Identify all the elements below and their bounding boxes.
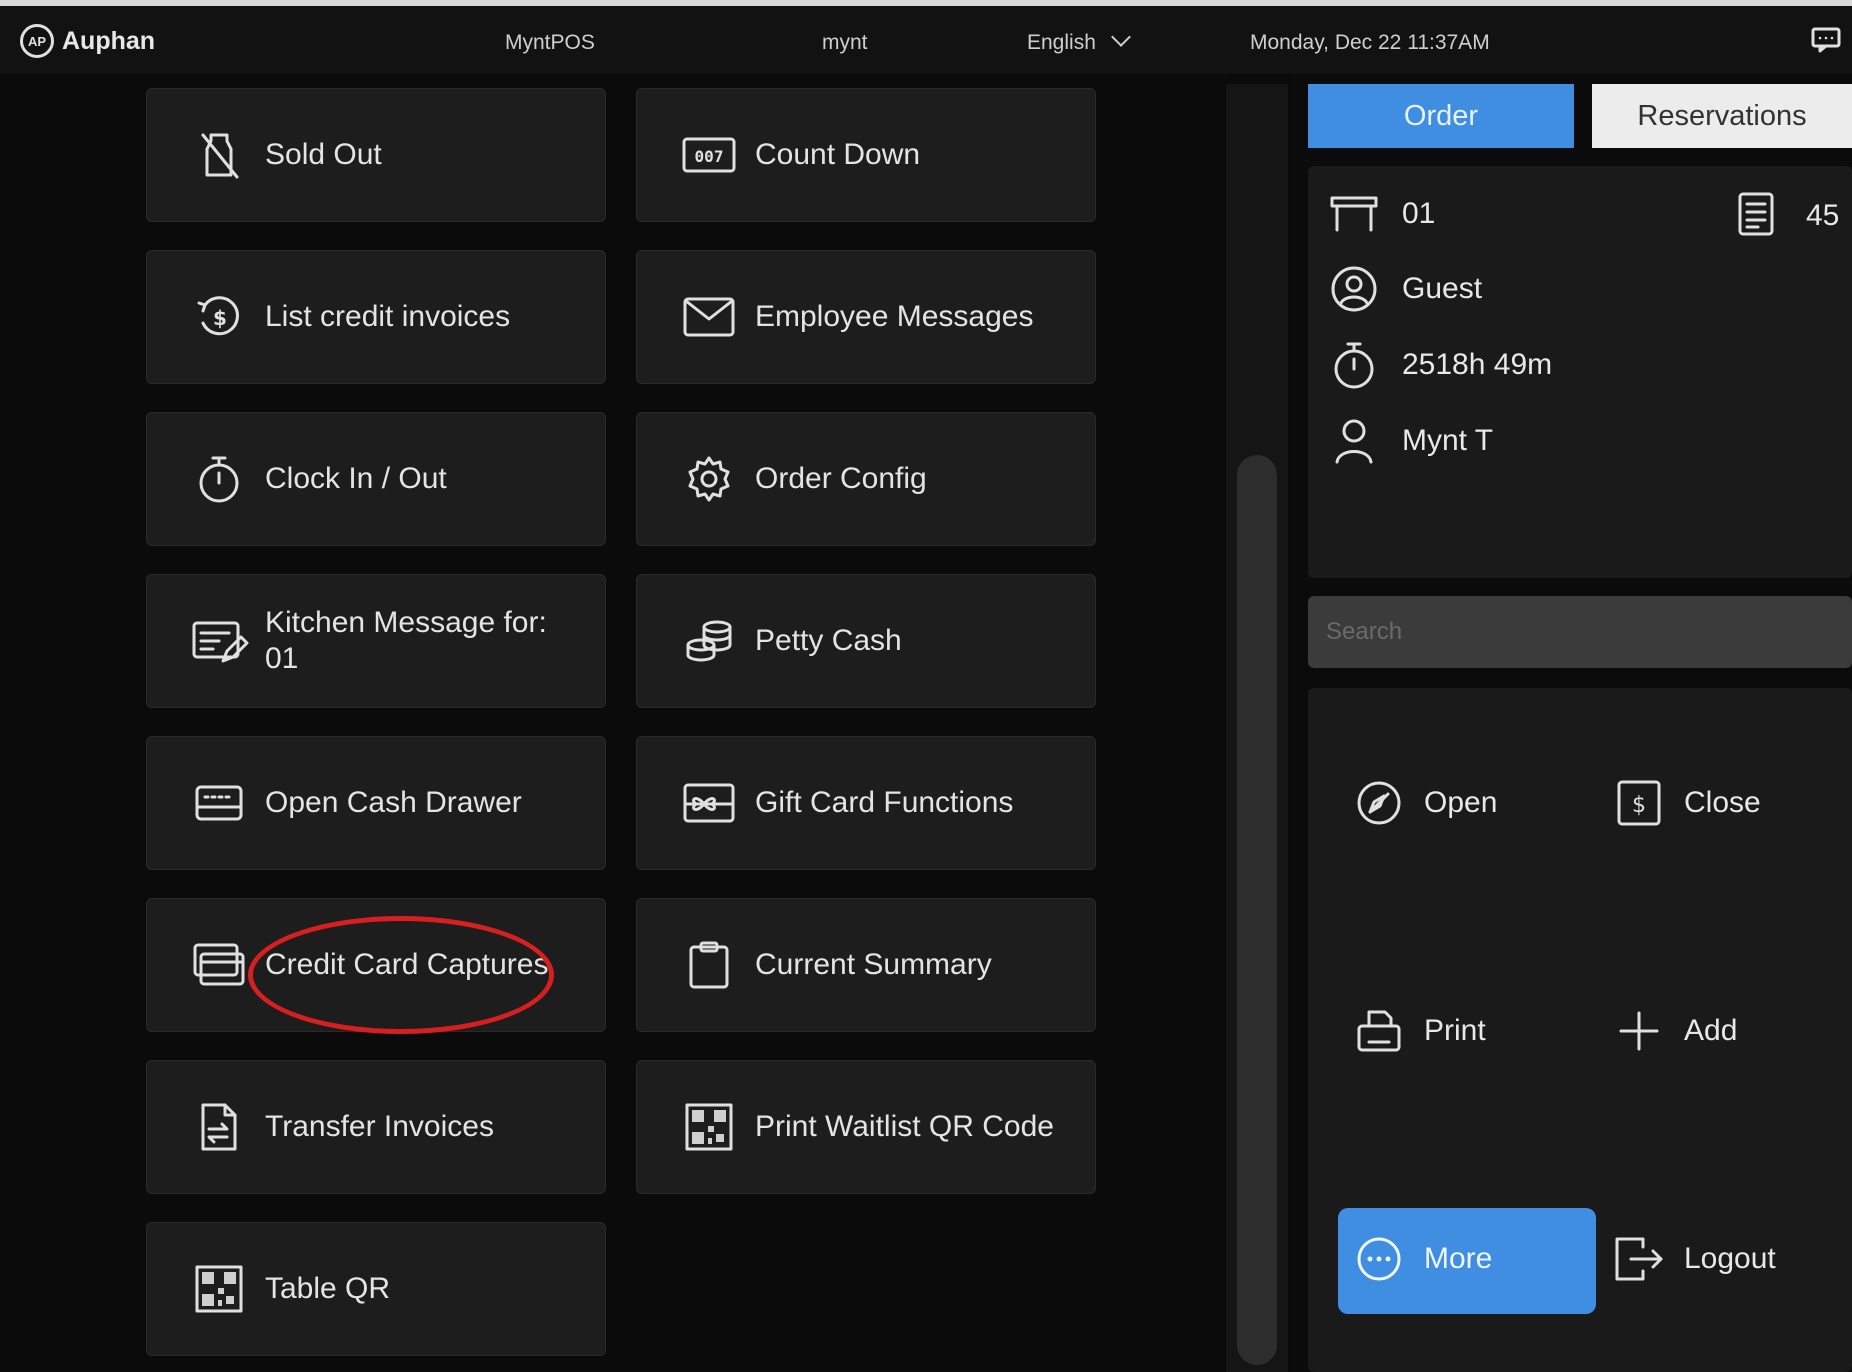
- open-label: Open: [1424, 786, 1498, 819]
- sold-out-button[interactable]: Sold Out: [146, 88, 606, 222]
- tab-reservations[interactable]: Reservations: [1592, 84, 1852, 148]
- tile-label: List credit invoices: [265, 300, 511, 333]
- mail-icon: [683, 291, 735, 343]
- svg-text:$: $: [1632, 793, 1646, 818]
- kitchen-message-button[interactable]: Kitchen Message for: 01: [146, 574, 606, 708]
- receipt-icon: [1738, 192, 1778, 240]
- server-name: Mynt T: [1402, 424, 1494, 457]
- tile-label: Credit Card Captures: [265, 948, 549, 981]
- search-input[interactable]: [1308, 596, 1852, 668]
- tile-label: Count Down: [755, 138, 921, 171]
- add-label: Add: [1684, 1014, 1738, 1047]
- top-bar: AP Auphan MyntPOS mynt English Monday, D…: [0, 0, 1852, 74]
- logout-icon: [1614, 1234, 1664, 1284]
- tile-label: Order Config: [755, 462, 927, 495]
- logout-label: Logout: [1684, 1242, 1776, 1275]
- user-circle-icon: [1330, 265, 1378, 313]
- user-name: mynt: [822, 31, 868, 54]
- elapsed-time: 2518h 49m: [1402, 348, 1553, 381]
- kitchen-message-icon: [192, 615, 249, 667]
- qr-code-icon: [683, 1101, 735, 1153]
- clipboard-icon: [683, 939, 735, 991]
- employee-messages-button[interactable]: Employee Messages: [636, 250, 1096, 384]
- countdown-icon: 007: [682, 129, 736, 181]
- tab-order[interactable]: Order: [1308, 84, 1574, 148]
- add-button[interactable]: Add: [1614, 1006, 1737, 1056]
- language-label: English: [1027, 31, 1096, 54]
- stopwatch-icon: [1330, 341, 1378, 389]
- printer-icon: [1354, 1006, 1404, 1056]
- dollar-box-icon: $: [1614, 778, 1664, 828]
- order-config-button[interactable]: Order Config: [636, 412, 1096, 546]
- brand-logo: AP Auphan: [20, 24, 155, 58]
- current-summary-button[interactable]: Current Summary: [636, 898, 1096, 1032]
- auphan-logo-icon: AP: [20, 24, 54, 58]
- stopwatch-icon: [193, 453, 245, 505]
- print-waitlist-qr-button[interactable]: Print Waitlist QR Code: [636, 1060, 1096, 1194]
- tile-label: Transfer Invoices: [265, 1110, 494, 1143]
- chevron-down-icon: [1110, 27, 1131, 47]
- cash-drawer-icon: [193, 777, 245, 829]
- table-qr-button[interactable]: Table QR: [146, 1222, 606, 1356]
- guest-row: Guest: [1330, 265, 1482, 313]
- scrollbar-thumb[interactable]: [1237, 455, 1277, 1365]
- clock-in-out-button[interactable]: Clock In / Out: [146, 412, 606, 546]
- qr-code-icon: [193, 1263, 245, 1315]
- plus-icon: [1614, 1006, 1664, 1056]
- count-down-button[interactable]: 007 Count Down: [636, 88, 1096, 222]
- tile-label: Employee Messages: [755, 300, 1034, 333]
- credit-card-captures-button[interactable]: Credit Card Captures: [146, 898, 606, 1032]
- elapsed-row: 2518h 49m: [1330, 341, 1552, 389]
- tile-label: Sold Out: [265, 138, 382, 171]
- gear-icon: [683, 453, 735, 505]
- credit-card-icon: [193, 939, 245, 991]
- print-label: Print: [1424, 1014, 1486, 1047]
- petty-cash-button[interactable]: Petty Cash: [636, 574, 1096, 708]
- app-name: MyntPOS: [505, 31, 595, 54]
- tile-label: Gift Card Functions: [755, 786, 1014, 819]
- close-button[interactable]: $ Close: [1614, 778, 1761, 828]
- guest-label: Guest: [1402, 272, 1483, 305]
- close-label: Close: [1684, 786, 1761, 819]
- table-row: 01: [1330, 190, 1435, 238]
- gift-card-functions-button[interactable]: Gift Card Functions: [636, 736, 1096, 870]
- tile-label: Petty Cash: [755, 624, 902, 657]
- datetime: Monday, Dec 22 11:37AM: [1250, 31, 1490, 54]
- list-credit-invoices-button[interactable]: $ List credit invoices: [146, 250, 606, 384]
- open-cash-drawer-button[interactable]: Open Cash Drawer: [146, 736, 606, 870]
- person-icon: [1330, 417, 1378, 465]
- tile-label: Table QR: [265, 1272, 391, 1305]
- credit-invoice-icon: $: [193, 291, 245, 343]
- more-button-content[interactable]: More: [1354, 1234, 1492, 1284]
- transfer-invoices-button[interactable]: Transfer Invoices: [146, 1060, 606, 1194]
- more-label: More: [1424, 1242, 1493, 1275]
- tile-label: Clock In / Out: [265, 462, 447, 495]
- coins-icon: [683, 615, 735, 667]
- items-count-value: 45: [1806, 199, 1840, 232]
- table-icon: [1330, 190, 1378, 238]
- sold-out-icon: [193, 129, 245, 181]
- gift-card-icon: [683, 777, 735, 829]
- svg-text:007: 007: [695, 147, 724, 166]
- chat-icon[interactable]: [1811, 27, 1841, 53]
- tile-label: Current Summary: [755, 948, 992, 981]
- print-button[interactable]: Print: [1354, 1006, 1486, 1056]
- more-dots-icon: [1354, 1234, 1404, 1284]
- tile-label: Kitchen Message for: 01: [265, 606, 547, 675]
- transfer-document-icon: [193, 1101, 245, 1153]
- items-count: 45: [1738, 192, 1839, 240]
- tile-label: Open Cash Drawer: [265, 786, 522, 819]
- open-button[interactable]: Open: [1354, 778, 1497, 828]
- language-selector[interactable]: English: [1027, 27, 1131, 55]
- compass-icon: [1354, 778, 1404, 828]
- logout-button[interactable]: Logout: [1614, 1234, 1776, 1284]
- server-row: Mynt T: [1330, 417, 1493, 465]
- table-number: 01: [1402, 197, 1436, 230]
- svg-text:$: $: [213, 306, 227, 330]
- brand-name: Auphan: [62, 26, 156, 55]
- tile-label: Print Waitlist QR Code: [755, 1110, 1054, 1143]
